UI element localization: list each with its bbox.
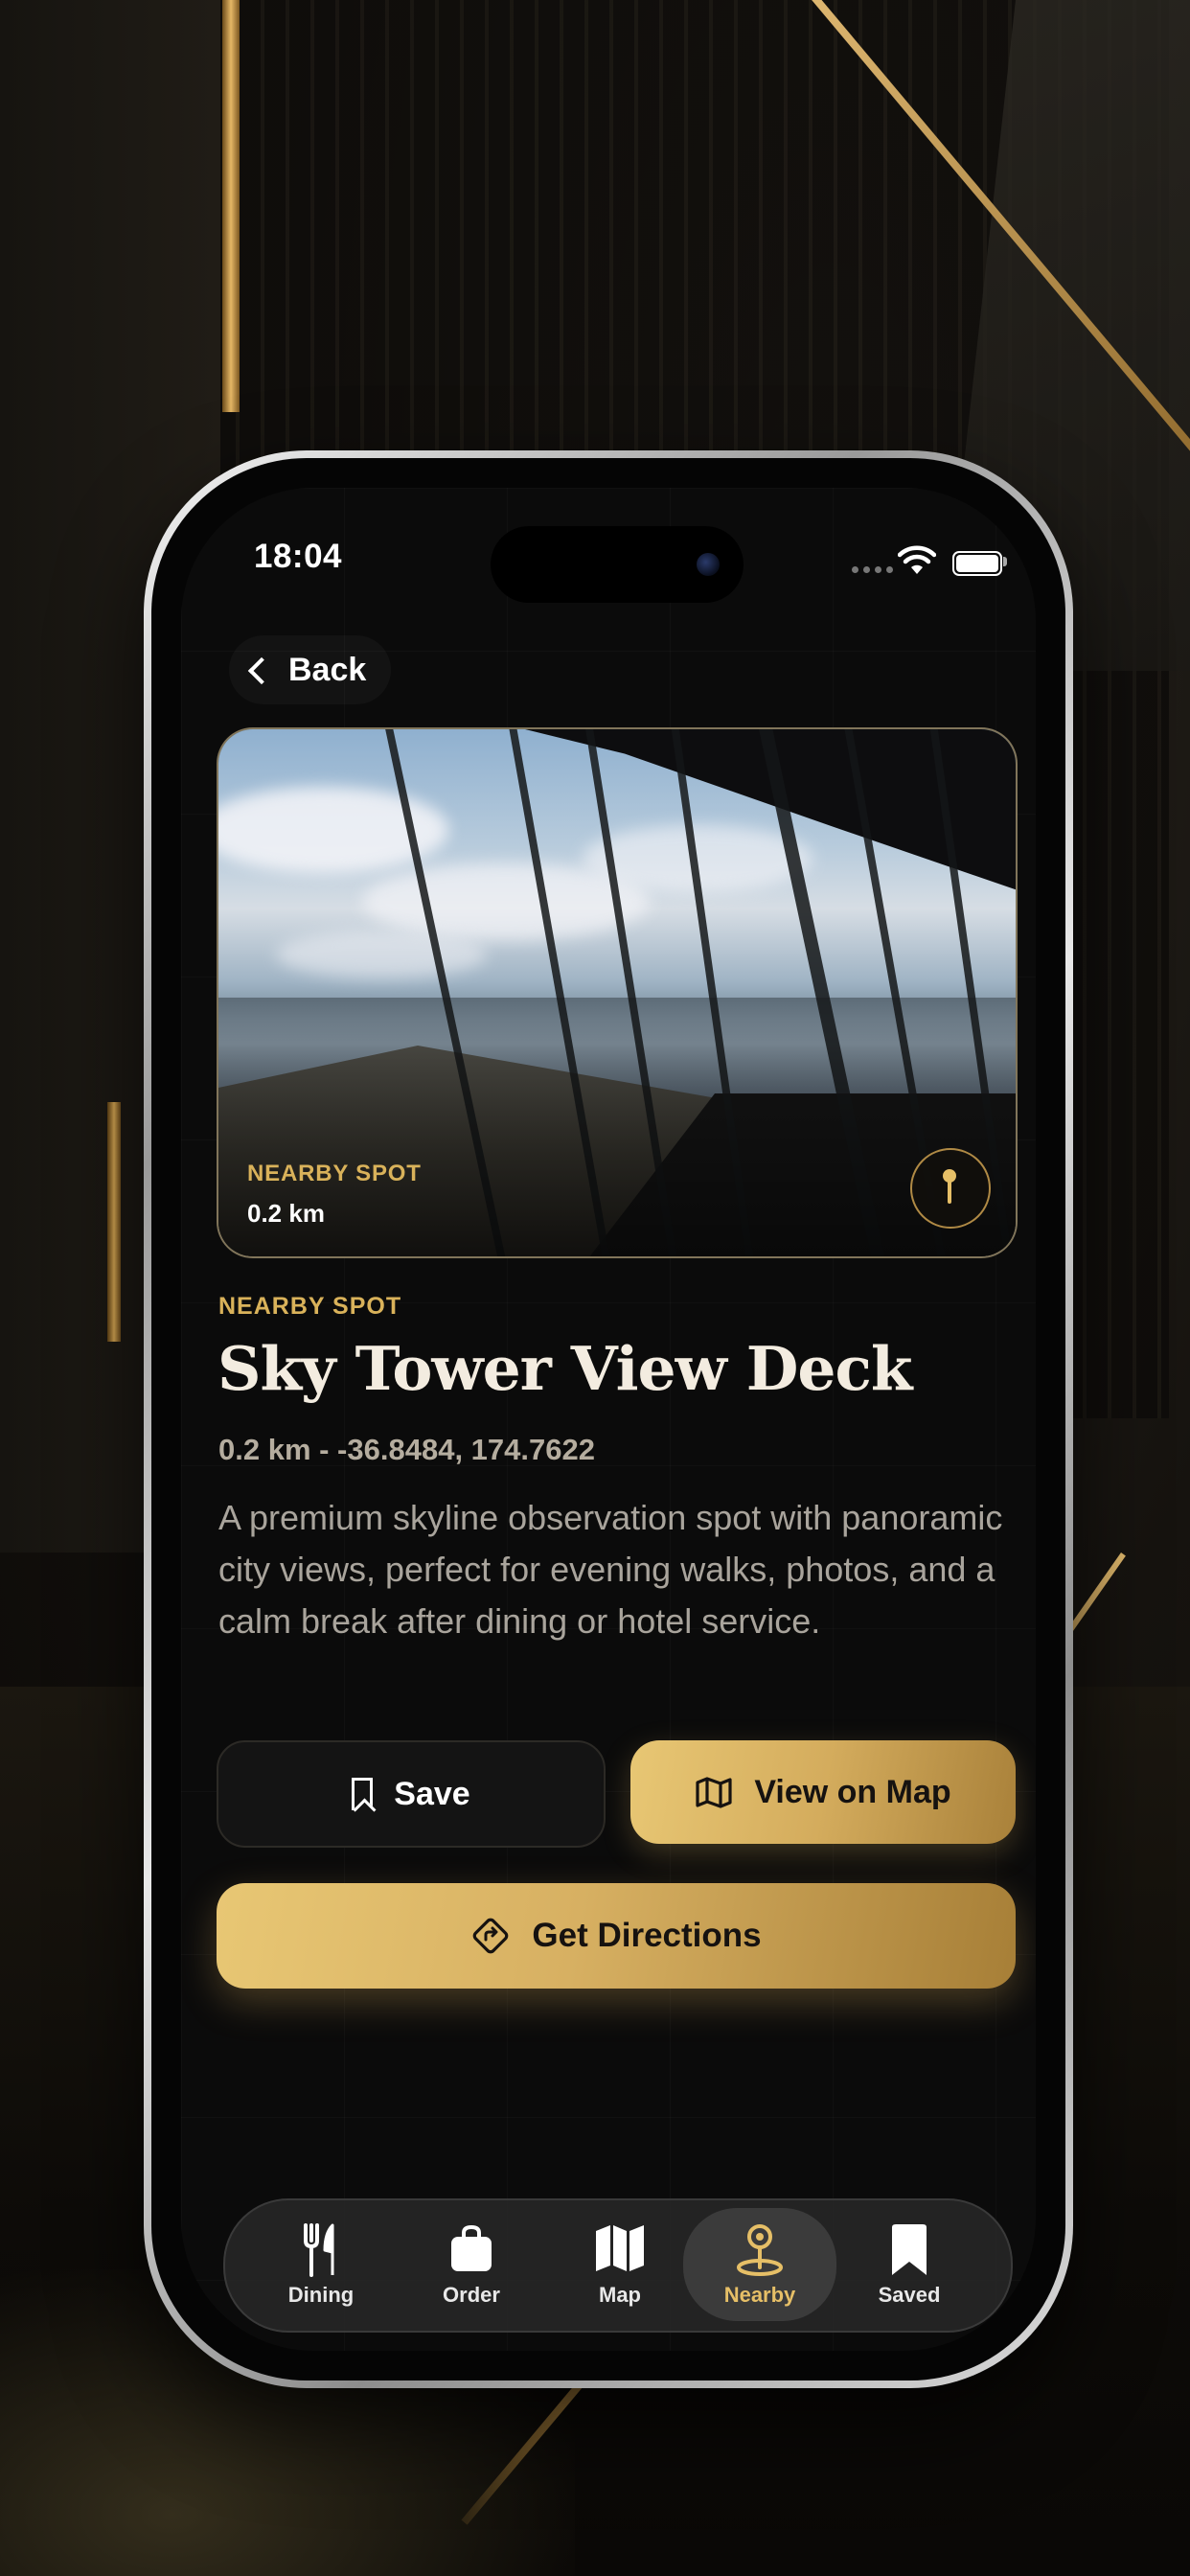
status-time: 18:04 — [254, 538, 343, 575]
save-button[interactable]: Save — [217, 1740, 606, 1848]
wifi-icon — [898, 545, 936, 574]
hero-tag: NEARBY SPOT — [247, 1161, 422, 1186]
tab-nearby[interactable]: Nearby — [683, 2208, 836, 2321]
pin-stem — [948, 1181, 951, 1204]
battery-tip — [1003, 557, 1007, 566]
directions-label: Get Directions — [532, 1917, 762, 1954]
phone-bezel: 18:04 Back NEARBY SPOT 0.2 km NEARBY SPO… — [151, 458, 1065, 2380]
page-title: Sky Tower View Deck — [217, 1333, 912, 1404]
hero-image-card: NEARBY SPOT 0.2 km — [217, 727, 1018, 1258]
app-screen: 18:04 Back NEARBY SPOT 0.2 km NEARBY SPO… — [181, 488, 1036, 2351]
battery-icon — [952, 551, 1002, 576]
view-on-map-button[interactable]: View on Map — [630, 1740, 1016, 1844]
save-label: Save — [394, 1775, 470, 1812]
directions-icon — [473, 1918, 509, 1954]
map-icon — [596, 2225, 644, 2271]
tab-label: Nearby — [723, 2283, 796, 2307]
tab-map[interactable]: Map — [543, 2208, 697, 2321]
tab-order[interactable]: Order — [395, 2208, 548, 2321]
hero-distance: 0.2 km — [247, 1199, 325, 1228]
fork-knife-icon — [304, 2223, 334, 2277]
tab-bar: Dining Order Map Nearby Saved — [223, 2198, 1013, 2333]
location-meta: 0.2 km - -36.8484, 174.7622 — [218, 1433, 595, 1466]
tab-dining[interactable]: Dining — [244, 2208, 398, 2321]
description: A premium skyline observation spot with … — [218, 1498, 1003, 1641]
view-map-label: View on Map — [754, 1773, 951, 1810]
tab-label: Saved — [878, 2283, 941, 2307]
tab-saved[interactable]: Saved — [833, 2208, 986, 2321]
get-directions-button[interactable]: Get Directions — [217, 1883, 1016, 1989]
category-eyebrow: NEARBY SPOT — [218, 1293, 402, 1320]
back-button[interactable]: Back — [229, 635, 391, 704]
tab-label: Dining — [287, 2283, 355, 2307]
map-icon — [696, 1777, 732, 1808]
gold-trim — [222, 0, 240, 412]
gold-trim — [107, 1102, 121, 1342]
tab-label: Order — [443, 2283, 500, 2307]
bag-icon — [451, 2224, 492, 2271]
pin-button[interactable] — [910, 1148, 991, 1229]
signal-icon — [852, 566, 893, 573]
bookmark-icon — [352, 1778, 374, 1810]
tab-label: Map — [599, 2283, 641, 2307]
camera-icon — [697, 553, 720, 576]
phone-frame: 18:04 Back NEARBY SPOT 0.2 km NEARBY SPO… — [144, 450, 1073, 2388]
back-label: Back — [288, 651, 367, 688]
location-pin-icon — [737, 2224, 783, 2276]
bookmark-icon — [892, 2224, 927, 2275]
chevron-left-icon — [247, 656, 276, 685]
